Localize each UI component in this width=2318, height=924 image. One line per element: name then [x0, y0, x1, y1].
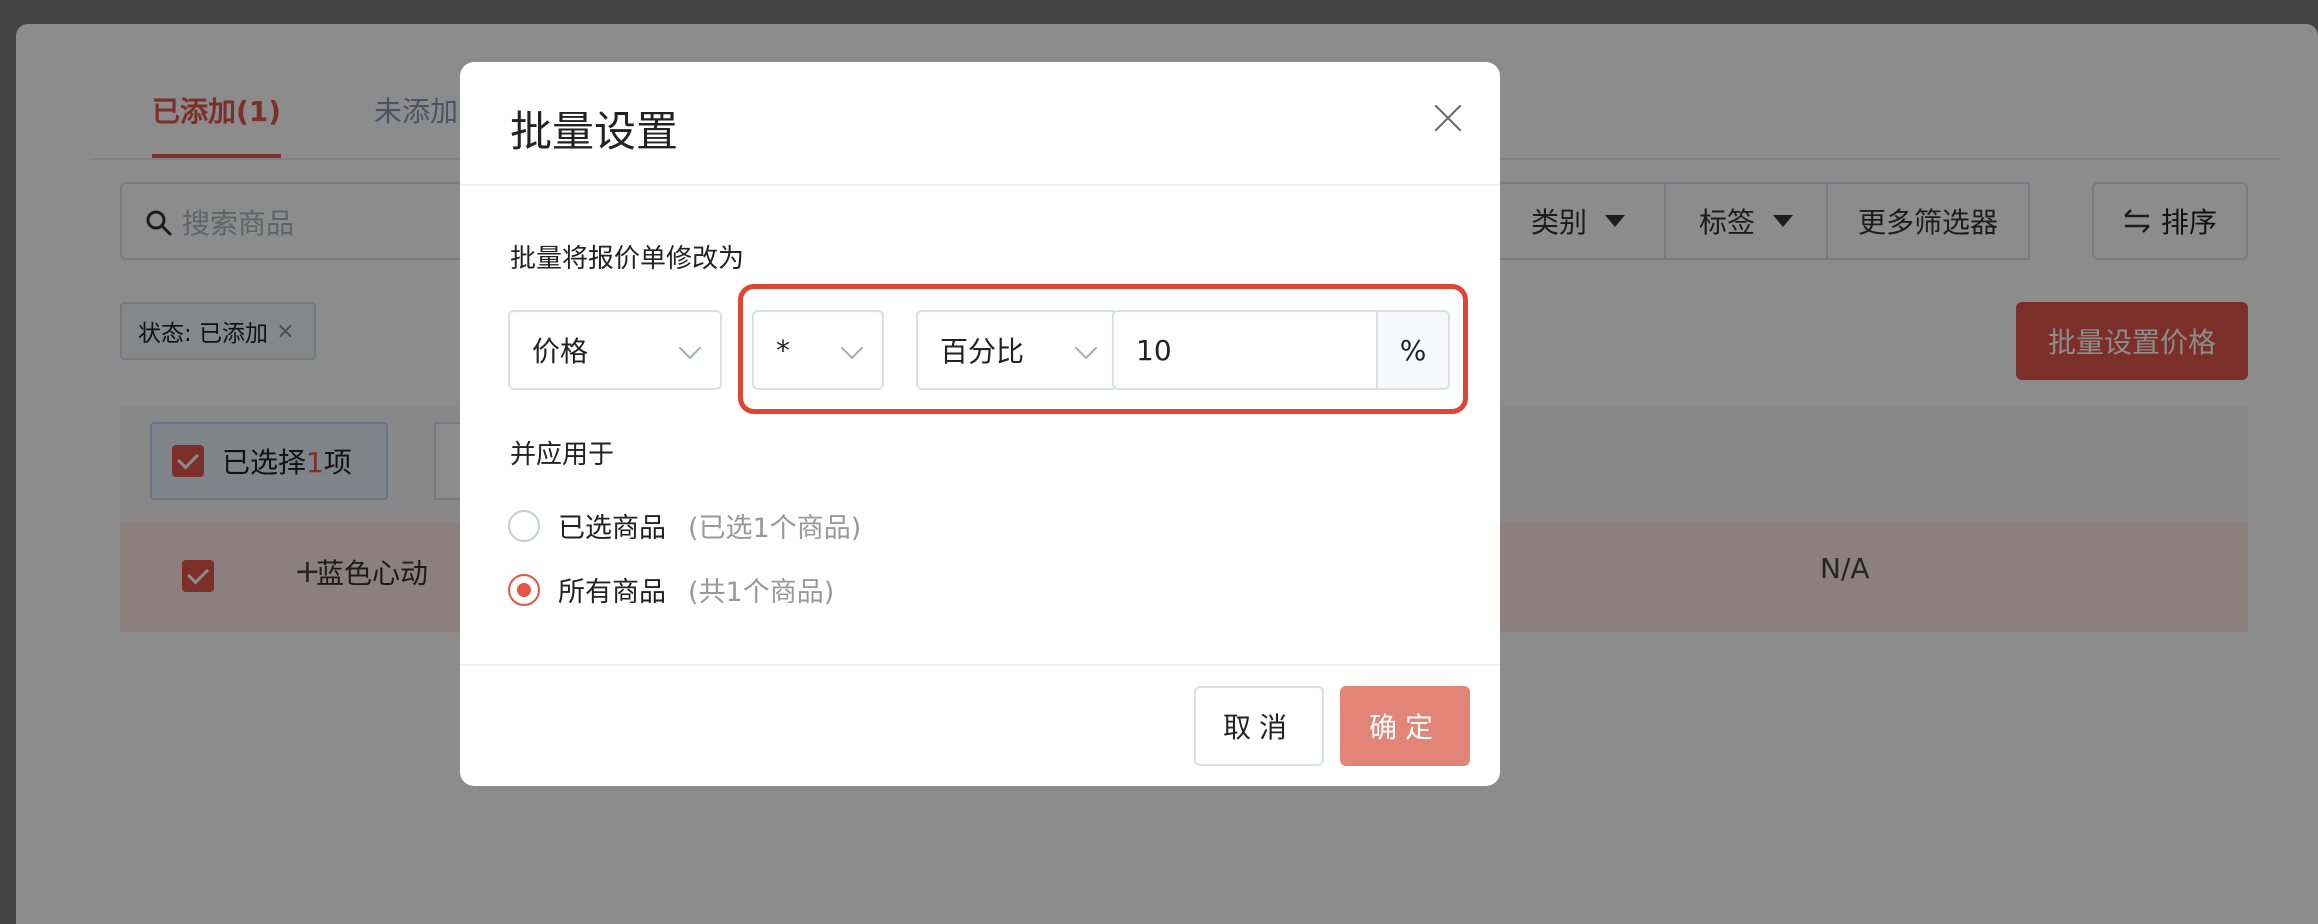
operator-select[interactable]: *	[752, 310, 884, 390]
radio-selected-label: 已选商品	[558, 513, 666, 544]
batch-settings-modal: 批量设置 批量将报价单修改为 价格 * 百分比 10 % 并应用于 已选商品 (…	[460, 62, 1500, 786]
value-input[interactable]: 10	[1112, 310, 1378, 390]
chevron-down-icon	[678, 336, 702, 360]
field-select[interactable]: 价格	[508, 310, 722, 390]
radio-all-products[interactable]: 所有商品 (共1个商品)	[508, 570, 834, 609]
close-icon[interactable]	[1428, 98, 1468, 138]
value-input-text: 10	[1136, 333, 1172, 367]
radio-checked-icon[interactable]	[508, 573, 540, 606]
modify-label: 批量将报价单修改为	[510, 244, 745, 274]
modal-footer-divider	[460, 664, 1500, 666]
operator-select-value: *	[776, 333, 790, 367]
percent-suffix: %	[1376, 310, 1450, 390]
modal-title: 批量设置	[510, 107, 679, 156]
mode-select[interactable]: 百分比	[916, 310, 1118, 390]
confirm-button[interactable]: 确定	[1340, 686, 1470, 766]
radio-all-note: (共1个商品)	[688, 577, 835, 608]
chevron-down-icon	[1074, 336, 1098, 360]
field-select-value: 价格	[532, 335, 589, 368]
radio-selected-note: (已选1个商品)	[688, 513, 862, 544]
radio-all-label: 所有商品	[558, 577, 666, 608]
chevron-down-icon	[840, 336, 864, 360]
radio-selected-products[interactable]: 已选商品 (已选1个商品)	[508, 506, 861, 545]
modal-header: 批量设置	[460, 62, 1500, 186]
mode-select-value: 百分比	[940, 335, 1025, 368]
cancel-button[interactable]: 取消	[1194, 686, 1324, 766]
apply-label: 并应用于	[510, 440, 615, 470]
radio-icon[interactable]	[508, 509, 540, 542]
